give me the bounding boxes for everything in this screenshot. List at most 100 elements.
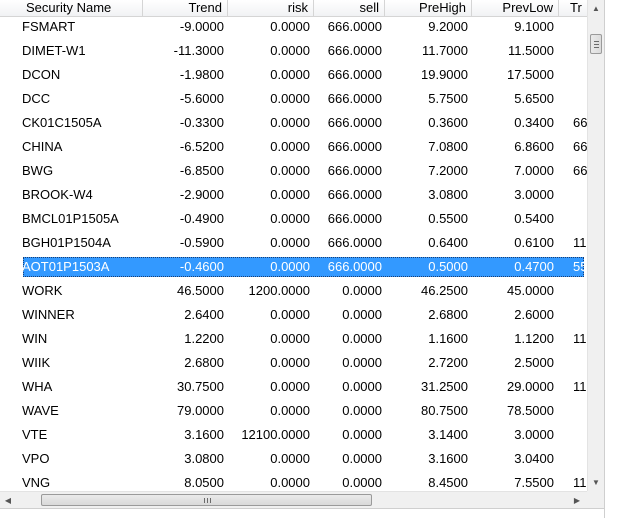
cell-prevlow: 7.0000 [514,163,554,178]
cell-security-name: DCON [22,67,61,82]
cell-tr: 11 [573,331,587,346]
cell-trend: 8.0500 [184,475,224,490]
cell-tr [573,40,587,64]
vertical-scrollbar[interactable]: ▲ ▼ [587,0,604,491]
cell-sell: 0.0000 [342,427,382,442]
cell-tr: 66 [573,115,587,130]
cell-sell: 0.0000 [342,331,382,346]
cell-tr [573,16,587,40]
table-row[interactable]: VNG 8.0500 0.0000 0.0000 8.4500 7.5500 11 [0,472,587,491]
scroll-left-arrow-icon[interactable]: ◀ [0,492,16,509]
cell-prevlow: 3.0000 [514,187,554,202]
scroll-right-arrow-icon[interactable]: ▶ [569,492,585,509]
scroll-up-arrow-icon[interactable]: ▲ [588,0,604,17]
cell-prehigh: 2.6800 [428,307,468,322]
table-row[interactable]: WORK 46.5000 1200.0000 0.0000 46.2500 45.0000 [0,280,587,304]
cell-trend: 3.0800 [184,451,224,466]
column-header-prevlow[interactable]: PrevLow [472,0,559,16]
cell-trend: 46.5000 [177,283,224,298]
cell-trend: 2.6800 [184,355,224,370]
thumb-grip-line [204,498,205,503]
table-row[interactable]: CK01C1505A -0.3300 0.0000 666.0000 0.3600 0.3… [0,112,587,136]
cell-sell: 0.0000 [342,475,382,490]
cell-prevlow: 17.5000 [507,67,554,82]
cell-prevlow: 9.1000 [514,19,554,34]
scrollbar-corner [587,491,604,508]
table-row[interactable]: WHA 30.7500 0.0000 0.0000 31.2500 29.0000 11 [0,376,587,400]
cell-trend: -6.8500 [179,163,224,178]
cell-sell: 0.0000 [342,355,382,370]
securities-grid[interactable]: Security Name Trend risk sell PreHigh Pr… [0,0,587,491]
cell-risk: 0.0000 [270,379,310,394]
cell-risk: 0.0000 [270,19,310,34]
cell-risk: 0.0000 [270,67,310,82]
table-row[interactable]: FSMART -9.0000 0.0000 666.0000 9.2000 9.1000 [0,16,587,40]
thumb-grip-line [594,44,599,45]
cell-risk: 0.0000 [270,187,310,202]
cell-prevlow: 78.5000 [507,403,554,418]
cell-risk: 0.0000 [270,211,310,226]
cell-security-name: WHA [22,379,53,394]
cell-security-name: CHINA [22,139,63,154]
table-row[interactable]: WAVE 79.0000 0.0000 0.0000 80.7500 78.5000 [0,400,587,424]
cell-risk: 0.0000 [270,163,310,178]
cell-trend: 1.2200 [184,331,224,346]
table-row[interactable]: BGH01P1504A -0.5900 0.0000 666.0000 0.6400 0.… [0,232,587,256]
cell-prevlow: 45.0000 [507,283,554,298]
cell-prevlow: 3.0000 [514,427,554,442]
cell-trend: -9.0000 [179,19,224,34]
cell-risk: 0.0000 [270,91,310,106]
column-header-trend[interactable]: Trend [143,0,228,16]
table-row[interactable]: VPO 3.0800 0.0000 0.0000 3.1600 3.0400 [0,448,587,472]
cell-sell: 666.0000 [327,163,382,178]
table-row[interactable]: DIMET-W1 -11.3000 0.0000 666.0000 11.7000 11.… [0,40,587,64]
table-row[interactable]: DCC -5.6000 0.0000 666.0000 5.7500 5.6500 [0,88,587,112]
table-row[interactable]: WIN 1.2200 0.0000 0.0000 1.1600 1.1200 11 [0,328,587,352]
table-row[interactable]: WIIK 2.6800 0.0000 0.0000 2.7200 2.5000 [0,352,587,376]
horizontal-scroll-thumb[interactable] [41,494,372,506]
column-header-prehigh[interactable]: PreHigh [385,0,472,16]
cell-sell: 666.0000 [327,67,382,82]
cell-trend: 30.7500 [177,379,224,394]
cell-security-name: BWG [22,163,54,178]
cell-security-name: BROOK-W4 [22,187,93,202]
cell-risk: 12100.0000 [241,427,310,442]
cell-trend: -1.9800 [179,67,224,82]
table-row[interactable]: DCON -1.9800 0.0000 666.0000 19.9000 17.5000 [0,64,587,88]
table-row[interactable]: WINNER 2.6400 0.0000 0.0000 2.6800 2.6000 [0,304,587,328]
table-row[interactable]: CHINA -6.5200 0.0000 666.0000 7.0800 6.8600 66 [0,136,587,160]
column-header-risk[interactable]: risk [228,0,314,16]
cell-trend: -2.9000 [179,187,224,202]
thumb-grip-line [594,41,599,42]
cell-prehigh: 0.3600 [428,115,468,130]
cell-prevlow: 2.5000 [514,355,554,370]
horizontal-scrollbar[interactable]: ◀ ▶ [0,491,587,508]
table-row[interactable]: BMCL01P1505A -0.4900 0.0000 666.0000 0.5500 0… [0,208,587,232]
table-row-selected[interactable]: AOT01P1503A -0.4600 0.0000 666.0000 0.5000 0.… [0,256,587,280]
cell-prehigh: 3.1400 [428,427,468,442]
cell-security-name: DCC [22,91,51,106]
cell-prevlow: 0.6100 [514,235,554,250]
cell-trend: -0.3300 [179,115,224,130]
cell-sell: 0.0000 [342,379,382,394]
column-header-tr[interactable]: Tr [559,0,587,16]
cell-tr [573,448,587,472]
table-row[interactable]: BWG -6.8500 0.0000 666.0000 7.2000 7.0000 66 [0,160,587,184]
cell-sell: 666.0000 [327,19,382,34]
column-header-sell[interactable]: sell [314,0,385,16]
table-row[interactable]: VTE 3.1600 12100.0000 0.0000 3.1400 3.0000 [0,424,587,448]
table-row[interactable]: BROOK-W4 -2.9000 0.0000 666.0000 3.0800 3.000… [0,184,587,208]
cell-prehigh: 3.0800 [428,187,468,202]
cell-security-name: WIIK [22,355,51,370]
scroll-down-arrow-icon[interactable]: ▼ [588,474,604,491]
cell-sell: 666.0000 [327,139,382,154]
cell-tr: 66 [573,139,587,154]
cell-sell: 666.0000 [327,187,382,202]
vertical-scroll-thumb[interactable] [590,34,602,54]
column-header-security-name[interactable]: Security Name [0,0,143,16]
cell-prehigh: 0.5000 [428,259,468,274]
cell-prehigh: 5.7500 [428,91,468,106]
cell-security-name: BMCL01P1505A [22,211,119,226]
cell-prehigh: 80.7500 [421,403,468,418]
cell-security-name: CK01C1505A [22,115,102,130]
